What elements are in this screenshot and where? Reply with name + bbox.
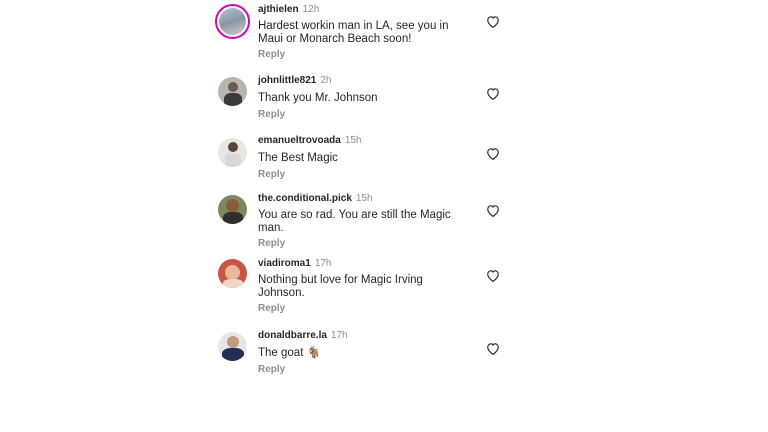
comment-time: 2h bbox=[320, 75, 332, 86]
comment-text: Thank you Mr. Johnson bbox=[258, 92, 378, 104]
comment-text: The goat 🐐 bbox=[258, 347, 321, 359]
user-avatar[interactable] bbox=[215, 4, 250, 39]
comment-time: 15h bbox=[344, 135, 362, 146]
comment-username[interactable]: donaldbarre.la bbox=[258, 330, 327, 341]
comment-text: Hardest workin man in LA, see you in Mau… bbox=[258, 20, 449, 45]
user-avatar[interactable] bbox=[218, 332, 247, 361]
reply-button[interactable]: Reply bbox=[258, 109, 285, 121]
story-ring bbox=[219, 8, 246, 35]
comment-username[interactable]: ajthielen bbox=[258, 4, 299, 15]
avatar-head bbox=[227, 336, 239, 348]
comment-text: The Best Magic bbox=[258, 152, 338, 164]
avatar-body bbox=[225, 153, 241, 167]
heart-outline-icon[interactable] bbox=[486, 342, 500, 356]
reply-button[interactable]: Reply bbox=[258, 303, 285, 315]
avatar-body bbox=[223, 279, 243, 288]
heart-outline-icon[interactable] bbox=[486, 15, 500, 29]
heart-outline-icon[interactable] bbox=[486, 87, 500, 101]
user-avatar[interactable] bbox=[218, 195, 247, 224]
comment-meta: donaldbarre.la 17h bbox=[258, 330, 348, 342]
avatar-body bbox=[223, 212, 243, 224]
reply-button[interactable]: Reply bbox=[258, 49, 285, 61]
avatar-body bbox=[222, 348, 244, 361]
avatar-head bbox=[226, 199, 239, 212]
user-avatar[interactable] bbox=[218, 259, 247, 288]
comment-meta: emanueltrovoada 15h bbox=[258, 135, 362, 147]
comment-meta: ajthielen 12h bbox=[258, 4, 319, 16]
reply-button[interactable]: Reply bbox=[258, 364, 285, 376]
avatar-head bbox=[228, 142, 238, 152]
comment-time: 12h bbox=[302, 4, 320, 15]
comment-username[interactable]: viadiroma1 bbox=[258, 258, 311, 269]
comment-text: You are so rad. You are still the Magic … bbox=[258, 209, 451, 234]
comment-time: 17h bbox=[314, 258, 332, 269]
user-avatar[interactable] bbox=[218, 138, 247, 167]
comment-username[interactable]: the.conditional.pick bbox=[258, 193, 352, 204]
comment-meta: the.conditional.pick 15h bbox=[258, 193, 373, 205]
comment-meta: johnlittle821 2h bbox=[258, 75, 331, 87]
comment-time: 15h bbox=[355, 193, 373, 204]
user-avatar[interactable] bbox=[218, 77, 247, 106]
heart-outline-icon[interactable] bbox=[486, 204, 500, 218]
reply-button[interactable]: Reply bbox=[258, 169, 285, 181]
reply-button[interactable]: Reply bbox=[258, 238, 285, 250]
comment-username[interactable]: emanueltrovoada bbox=[258, 135, 341, 146]
comment-time: 17h bbox=[330, 330, 348, 341]
heart-outline-icon[interactable] bbox=[486, 147, 500, 161]
avatar-head bbox=[225, 265, 240, 280]
avatar-head bbox=[228, 82, 238, 92]
avatar-body bbox=[224, 93, 242, 106]
heart-outline-icon[interactable] bbox=[486, 269, 500, 283]
comment-text: Nothing but love for Magic Irving Johnso… bbox=[258, 274, 423, 299]
comment-username[interactable]: johnlittle821 bbox=[258, 75, 316, 86]
comment-meta: viadiroma1 17h bbox=[258, 258, 332, 270]
